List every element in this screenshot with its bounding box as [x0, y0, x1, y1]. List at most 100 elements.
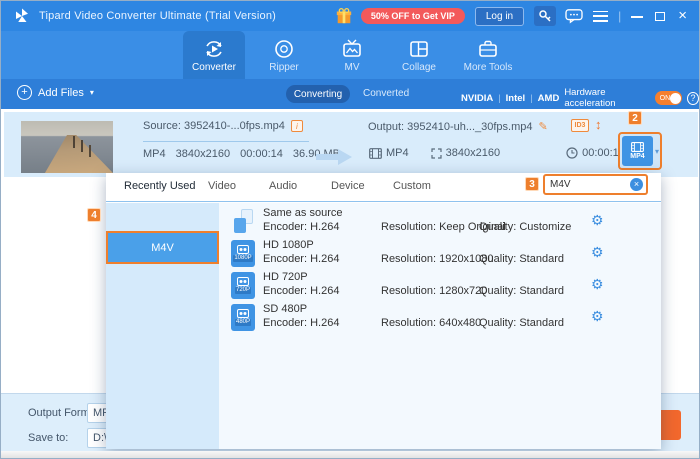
feedback-chat-icon[interactable]	[565, 8, 583, 24]
format-panel-tabs: Recently Used Video Audio Device Custom …	[106, 173, 661, 202]
toggle-on-label: ON	[660, 95, 671, 102]
rename-pencil-icon[interactable]: ✎	[539, 120, 548, 133]
panel-tab-video[interactable]: Video	[208, 180, 236, 192]
source-format: MP4	[143, 148, 166, 160]
source-meta: MP4 3840x2160 00:00:14 36.90 MB	[143, 148, 340, 160]
profile-row-hd-720p[interactable]: 720P HD 720P Encoder: H.264 Resolution: …	[219, 269, 661, 302]
source-filename: Source: 3952410-...0fps.mp4	[143, 120, 285, 132]
panel-tab-recently-used[interactable]: Recently Used	[124, 180, 196, 192]
login-button[interactable]: Log in	[475, 7, 524, 26]
settings-gear-icon[interactable]: ⚙	[591, 244, 604, 261]
same-as-source-icon	[231, 208, 255, 235]
file-row[interactable]: Source: 3952410-...0fps.mp4 i MP4 3840x2…	[4, 112, 698, 177]
panel-tab-audio[interactable]: Audio	[269, 180, 297, 192]
window-bottom-edge	[1, 451, 699, 459]
format-search-box: ×	[543, 174, 648, 195]
film-icon	[631, 142, 644, 152]
tab-converter[interactable]: Converter	[183, 31, 245, 79]
info-icon[interactable]: i	[291, 120, 303, 132]
toggle-knob	[670, 93, 681, 104]
tab-mv[interactable]: MV	[321, 31, 383, 79]
source-duration: 00:00:14	[240, 148, 283, 160]
output-format: MP4	[386, 147, 409, 159]
hd-720p-icon: 720P	[231, 272, 255, 299]
clock-icon	[566, 147, 578, 159]
settings-gear-icon[interactable]: ⚙	[591, 276, 604, 293]
panel-tab-custom[interactable]: Custom	[393, 180, 431, 192]
divider	[143, 141, 309, 142]
reorder-arrows-icon[interactable]: ↕	[595, 117, 602, 132]
close-button[interactable]: ×	[678, 10, 687, 22]
menu-icon[interactable]	[593, 11, 608, 22]
tab-label: Ripper	[269, 62, 298, 73]
save-to-label: Save to:	[28, 432, 68, 444]
film-icon	[369, 148, 382, 159]
converter-icon	[203, 38, 225, 60]
settings-gear-icon[interactable]: ⚙	[591, 212, 604, 229]
convert-direction-arrow-icon	[316, 148, 354, 166]
format-dropdown-caret-icon[interactable]: ▾	[655, 147, 659, 156]
maximize-button[interactable]	[655, 12, 665, 21]
key-icon	[538, 9, 552, 23]
hd-1080p-icon: 1080P	[231, 240, 255, 267]
tab-more-tools[interactable]: More Tools	[453, 31, 523, 79]
gift-icon[interactable]	[335, 7, 353, 25]
window-title: Tipard Video Converter Ultimate (Trial V…	[39, 10, 276, 22]
main-nav: Converter Ripper MV Collage	[1, 31, 699, 79]
chevron-down-icon[interactable]: ▾	[90, 88, 94, 97]
tab-label: Converter	[192, 62, 236, 73]
toolbox-icon	[477, 38, 499, 60]
annotation-step-2: 2	[628, 111, 642, 125]
vip-offer-badge[interactable]: 50% OFF to Get VIP	[361, 8, 465, 24]
format-dropdown-panel: Recently Used Video Audio Device Custom …	[106, 173, 661, 449]
format-search-input[interactable]	[545, 179, 630, 190]
add-files-button[interactable]: + Add Files ▾	[17, 85, 94, 100]
ripper-disc-icon	[273, 38, 295, 60]
collage-grid-icon	[408, 38, 430, 60]
video-thumbnail	[21, 121, 113, 173]
titlebar-separator: |	[618, 9, 621, 23]
brand-intel: Intel	[506, 93, 526, 104]
plus-circle-icon: +	[17, 85, 32, 100]
tab-ripper[interactable]: Ripper	[253, 31, 315, 79]
profile-row-same-as-source[interactable]: Same as source Encoder: H.264 Resolution…	[219, 205, 661, 238]
tab-label: More Tools	[464, 62, 513, 73]
profile-row-hd-1080p[interactable]: 1080P HD 1080P Encoder: H.264 Resolution…	[219, 237, 661, 270]
mv-tv-icon	[341, 38, 363, 60]
id3-tag-icon[interactable]: ID3	[571, 119, 589, 132]
format-select-button[interactable]: MP4	[622, 136, 653, 166]
clear-search-icon[interactable]: ×	[630, 178, 643, 191]
format-panel-sidebar: M4V	[106, 203, 219, 449]
titlebar: Tipard Video Converter Ultimate (Trial V…	[1, 1, 699, 31]
panel-tab-device[interactable]: Device	[331, 180, 365, 192]
format-profile-list: Same as source Encoder: H.264 Resolution…	[219, 203, 661, 449]
sd-480p-icon: 480P	[231, 304, 255, 331]
settings-gear-icon[interactable]: ⚙	[591, 308, 604, 325]
format-button-label: MP4	[630, 153, 644, 160]
profile-row-sd-480p[interactable]: 480P SD 480P Encoder: H.264 Resolution: …	[219, 301, 661, 334]
tab-label: Collage	[402, 62, 436, 73]
tab-collage[interactable]: Collage	[388, 31, 450, 79]
minimize-button[interactable]	[631, 10, 643, 22]
output-filename: Output: 3952410-uh..._30fps.mp4	[368, 121, 533, 133]
register-key-button[interactable]	[534, 6, 556, 26]
hw-accel-toggle[interactable]: ON	[655, 91, 682, 105]
converting-tab[interactable]: Converting	[286, 85, 350, 103]
output-resolution: 3840x2160	[446, 147, 500, 159]
sub-toolbar: + Add Files ▾ Converting Converted NVIDI…	[1, 79, 699, 109]
annotation-step-3: 3	[525, 177, 539, 191]
tipard-logo-icon	[13, 7, 31, 25]
sidebar-item-m4v[interactable]: M4V	[106, 231, 219, 264]
brand-amd: AMD	[538, 93, 560, 104]
help-icon[interactable]: ?	[687, 92, 699, 105]
converted-tab[interactable]: Converted	[363, 88, 409, 99]
hardware-acceleration-group: NVIDIA | Intel | AMD Hardware accelerati…	[461, 87, 699, 109]
tab-label: MV	[345, 62, 360, 73]
format-select-highlight: MP4 ▾	[618, 132, 662, 170]
output-meta: MP4 3840x2160 00:00:14	[369, 147, 625, 159]
brand-nvidia: NVIDIA	[461, 93, 493, 104]
resolution-expand-icon	[431, 148, 442, 159]
app-window: Tipard Video Converter Ultimate (Trial V…	[0, 0, 700, 459]
add-files-label: Add Files	[38, 87, 84, 99]
source-resolution: 3840x2160	[176, 148, 230, 160]
